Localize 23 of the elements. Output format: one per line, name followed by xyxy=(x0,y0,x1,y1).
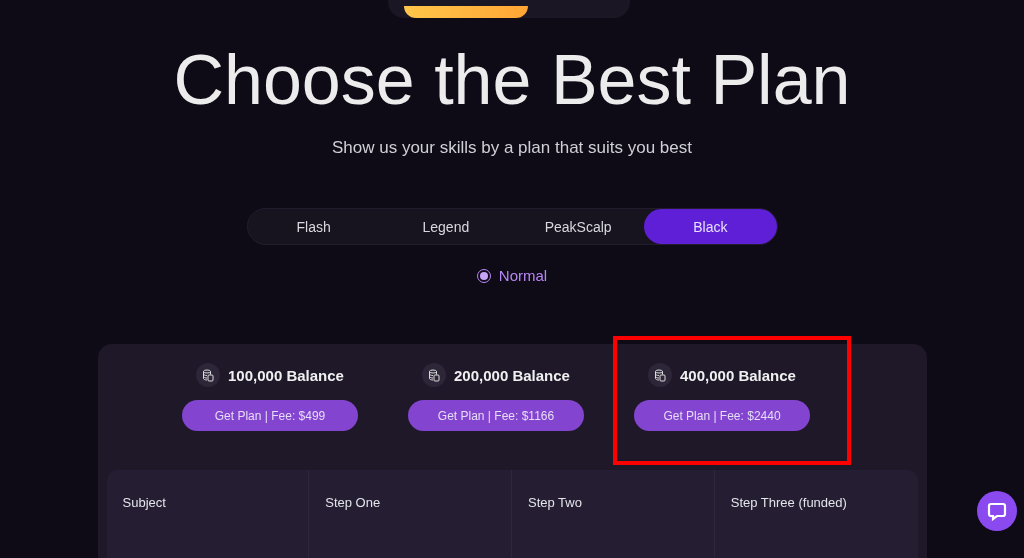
column-header: Step One xyxy=(309,470,512,558)
chat-button[interactable] xyxy=(977,491,1017,531)
plan-tab[interactable]: PeakScalp xyxy=(512,209,645,244)
column-header: Subject xyxy=(106,470,310,558)
balance-amount: 400,000 Balance xyxy=(680,366,796,384)
plan-tab[interactable]: Legend xyxy=(379,209,512,244)
page-subtitle: Show us your skills by a plan that suits you best xyxy=(332,138,692,158)
balance-amount: 100,000 Balance xyxy=(228,366,344,384)
column-header: Step Three (funded) xyxy=(729,494,848,512)
get-plan-button[interactable]: Get Plan | Fee: $2440 xyxy=(634,400,810,431)
get-plan-button[interactable]: Get Plan | Fee: $1166 xyxy=(408,400,584,431)
coins-icon xyxy=(196,363,221,387)
page-title: Choose the Best Plan xyxy=(173,40,851,120)
coins-icon xyxy=(422,363,447,387)
mode-radio[interactable]: Normal xyxy=(476,267,548,284)
plan-tab[interactable]: Black xyxy=(644,209,777,244)
column-header: Step Two xyxy=(512,470,715,558)
chat-icon xyxy=(987,501,1007,521)
coins-icon xyxy=(648,363,673,387)
toggle-pill[interactable] xyxy=(404,6,528,18)
get-plan-button[interactable]: Get Plan | Fee: $499 xyxy=(182,400,358,431)
balance-amount: 200,000 Balance xyxy=(454,366,570,384)
plan-tab[interactable]: Flash xyxy=(247,209,380,244)
